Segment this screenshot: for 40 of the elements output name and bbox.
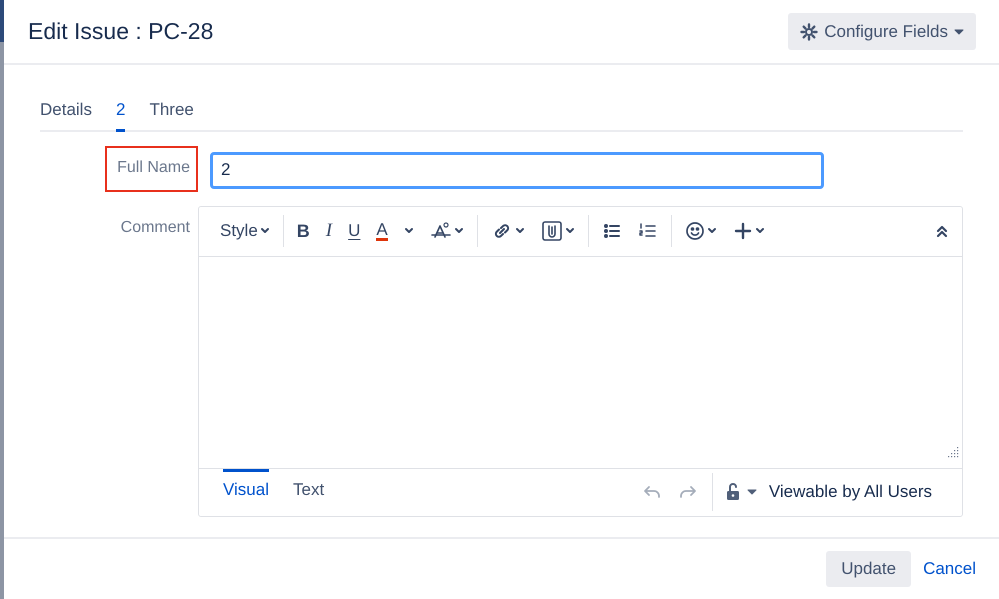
undo-icon: [642, 484, 662, 500]
color-button[interactable]: A: [369, 215, 395, 247]
caret-icon: [514, 227, 525, 235]
tab[interactable]: Three: [149, 97, 194, 132]
padlock-icon: [724, 482, 741, 502]
caret-icon: [954, 28, 964, 36]
numbered-list-icon: [638, 222, 658, 240]
text-input[interactable]: 2: [210, 152, 824, 188]
italic-button[interactable]: I: [318, 215, 340, 247]
caret-icon: [706, 227, 717, 235]
smiley-icon: [684, 221, 705, 241]
underline-button[interactable]: U: [341, 215, 368, 247]
dialog-title: Edit Issue : PC-28: [28, 18, 214, 46]
tab[interactable]: 2: [116, 97, 126, 132]
paperclip-icon: [540, 220, 563, 242]
cancel-link[interactable]: Cancel: [923, 556, 976, 582]
plus-icon: [732, 221, 753, 241]
visibility-label: Viewable by All Users: [768, 480, 933, 503]
caret-icon: [754, 227, 765, 235]
editor-mode-tab[interactable]: Visual: [223, 468, 269, 502]
visibility-dropdown-button[interactable]: [724, 482, 757, 502]
tab[interactable]: Details: [40, 97, 92, 132]
caret-icon: [260, 227, 270, 235]
field-label: Full Name: [105, 146, 198, 192]
caret-icon: [454, 227, 464, 235]
update-button[interactable]: Update: [826, 551, 912, 587]
field-label: Comment: [120, 218, 191, 238]
double-chevron-up-icon: [935, 224, 949, 238]
configure-fields-button[interactable]: Configure Fields: [788, 13, 976, 50]
bullet-list-icon: [602, 222, 622, 240]
bold-button[interactable]: B: [290, 215, 317, 247]
gear-icon: [800, 22, 818, 40]
text-format-icon: [430, 221, 452, 241]
redo-icon: [678, 484, 698, 500]
style-button[interactable]: Style: [213, 215, 277, 247]
caret-icon: [564, 227, 575, 235]
caret-icon: [404, 227, 414, 235]
resize-grip-icon: [948, 446, 959, 458]
editor-mode-tab[interactable]: Text: [293, 468, 324, 502]
caret-icon: [746, 488, 757, 496]
